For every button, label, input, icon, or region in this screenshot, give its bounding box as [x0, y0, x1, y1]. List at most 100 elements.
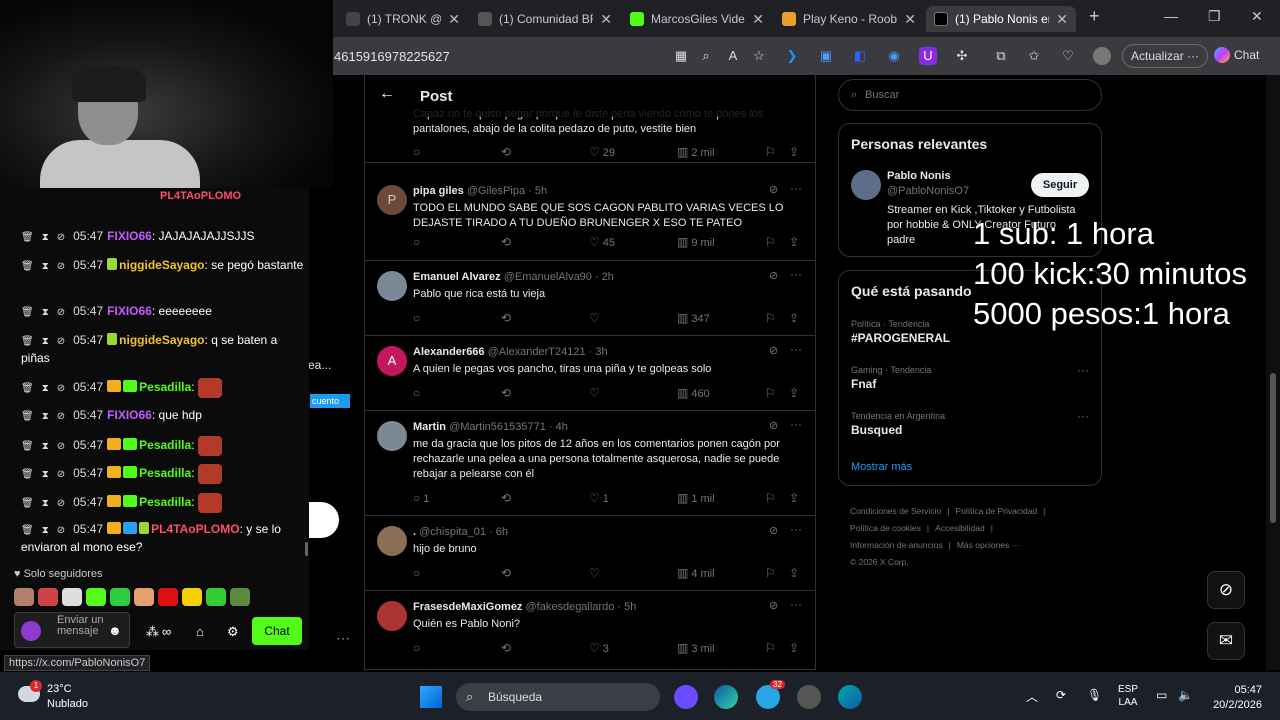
tab-pablo-nonis[interactable]: (1) Pablo Nonis en X✕ [926, 6, 1076, 32]
ban-icon[interactable]: ⊘ [57, 439, 65, 455]
trash-icon[interactable]: 🗑 [21, 230, 34, 246]
author-name[interactable]: pipa giles [413, 185, 464, 197]
extension-icon[interactable]: ◧ [851, 47, 869, 65]
favorite-star-icon[interactable]: ☆ [750, 47, 768, 65]
emote[interactable] [230, 588, 250, 606]
profile-name[interactable]: Pablo Nonis [887, 170, 951, 182]
author-name[interactable]: . [413, 526, 416, 538]
new-tab-button[interactable]: + [1089, 6, 1100, 27]
bookmark-icon[interactable]: ⚐ [765, 491, 779, 505]
weather-condition[interactable]: Nublado [47, 698, 88, 710]
language-indicator[interactable]: ESP LAA [1118, 683, 1138, 709]
profile-handle[interactable]: @PabloNonisO7 [887, 185, 969, 197]
avatar[interactable] [377, 271, 407, 301]
views-count[interactable]: ▥ 9 mil [677, 235, 715, 249]
taskbar-search[interactable]: ⌕ Búsqueda [456, 683, 660, 711]
show-more-link[interactable]: Mostrar más [851, 461, 912, 473]
emote[interactable] [14, 588, 34, 606]
browser-essentials-icon[interactable]: ♡ [1059, 47, 1077, 65]
like-button[interactable]: ♡ [589, 566, 603, 580]
temperature[interactable]: 23°C [47, 683, 72, 695]
views-count[interactable]: ▥ 2 mil [677, 145, 715, 159]
more-icon[interactable]: ⋯ [336, 630, 350, 647]
retweet-icon[interactable]: ⟲ [501, 145, 514, 159]
tab-comunidad[interactable]: (1) Comunidad BRG✕ [470, 6, 620, 32]
ublock-icon[interactable]: U [919, 47, 937, 65]
ban-icon[interactable]: ⊘ [57, 259, 65, 275]
read-aloud-icon[interactable]: A [724, 47, 742, 65]
avatar[interactable] [377, 421, 407, 451]
bookmark-icon[interactable]: ⚐ [765, 235, 779, 249]
minimize-button[interactable]: — [1164, 8, 1178, 24]
author-handle[interactable]: @AlexanderT24121 · 3h [488, 346, 608, 358]
ban-icon[interactable]: ⊘ [57, 496, 65, 512]
bookmark-icon[interactable]: ⚐ [765, 566, 779, 580]
author-handle[interactable]: @fakesdegallardo · 5h [526, 601, 637, 613]
retweet-icon[interactable]: ⟲ [501, 235, 514, 249]
reply-icon[interactable]: ○ [413, 566, 423, 580]
avatar[interactable]: P [377, 185, 407, 215]
timeout-icon[interactable]: ⧗ [42, 496, 49, 512]
close-icon[interactable]: ✕ [448, 11, 460, 28]
footer-link[interactable]: Accesibilidad [935, 523, 985, 533]
footer-link[interactable]: Política de Privacidad [955, 506, 1037, 516]
bookmark-icon[interactable]: ⚐ [765, 641, 779, 655]
timeout-icon[interactable]: ⧗ [42, 523, 49, 539]
reply-icon[interactable]: ○ [413, 641, 423, 655]
tweet[interactable]: . @chispita_01 · 6h ⊘ ··· hijo de bruno ○… [365, 516, 815, 591]
chat-username[interactable]: niggideSayago [119, 258, 204, 272]
screenshot-icon[interactable]: ▣ [817, 47, 835, 65]
timeout-icon[interactable]: ⧗ [42, 334, 49, 350]
timeout-icon[interactable]: ⧗ [42, 259, 49, 275]
close-window-button[interactable]: ✕ [1251, 8, 1263, 25]
copilot-button[interactable]: Chat [1214, 47, 1259, 63]
emote[interactable] [134, 588, 154, 606]
store-icon[interactable]: ⌂ [196, 624, 204, 639]
ban-icon[interactable]: ⊘ [57, 381, 65, 397]
share-icon[interactable]: ⇪ [789, 641, 802, 655]
bookmark-icon[interactable]: ⚐ [765, 311, 779, 325]
tweet[interactable]: P pipa giles @GilesPipa · 5h ⊘ ··· TODO E… [365, 175, 815, 261]
trend-item[interactable]: Gaming · Tendencia Fnaf [851, 365, 1091, 391]
footer-link[interactable]: Condiciones de Servicio [850, 506, 941, 516]
url-field[interactable]: 4615916978225627 [334, 49, 450, 64]
chat-username[interactable]: Pesadilla [139, 438, 191, 452]
reply-icon[interactable]: ○ [413, 235, 423, 249]
emote[interactable] [110, 588, 130, 606]
trend-item[interactable]: Tendencia en Argentina Busqued [851, 411, 1091, 437]
emote[interactable] [158, 588, 178, 606]
more-icon[interactable]: ··· [790, 342, 802, 356]
chat-input[interactable]: Enviar un mensaje ☻ [14, 612, 130, 648]
trash-icon[interactable]: 🗑 [21, 409, 34, 425]
ban-icon[interactable]: ⊘ [57, 409, 65, 425]
maximize-button[interactable]: ❐ [1208, 8, 1221, 25]
apps-icon[interactable]: ▦ [672, 47, 690, 65]
chat-username[interactable]: niggideSayago [119, 333, 204, 347]
timeout-icon[interactable]: ⧗ [42, 409, 49, 425]
share-icon[interactable]: ⇪ [789, 566, 802, 580]
people-icon[interactable]: ⁂ [146, 624, 159, 640]
bookmark-icon[interactable]: ⚐ [765, 145, 779, 159]
like-button[interactable]: ♡ 45 [589, 235, 615, 249]
avatar[interactable] [377, 526, 407, 556]
settings-icon[interactable]: ⚙ [227, 624, 239, 640]
chat-username[interactable]: PL4TAoPLOMO [151, 522, 239, 536]
ban-icon[interactable]: ⊘ [57, 334, 65, 350]
share-icon[interactable]: ⇪ [789, 145, 802, 159]
reply-button[interactable]: ○ 1 [413, 491, 429, 505]
volume-icon[interactable]: 🔈 [1178, 688, 1193, 702]
trash-icon[interactable]: 🗑 [21, 334, 34, 350]
close-icon[interactable]: ✕ [752, 11, 764, 28]
tweet[interactable]: A Alexander666 @AlexanderT24121 · 3h ⊘ ··… [365, 336, 815, 411]
views-count[interactable]: ▥ 1 mil [677, 491, 715, 505]
close-icon[interactable]: ✕ [1056, 11, 1068, 28]
ban-icon[interactable]: ⊘ [57, 305, 65, 321]
edge-icon[interactable] [714, 685, 738, 709]
close-icon[interactable]: ✕ [904, 11, 916, 28]
chat-username[interactable]: Pesadilla [139, 466, 191, 480]
emote[interactable] [62, 588, 82, 606]
grok-icon[interactable]: ⊘ [769, 524, 778, 537]
reply-icon[interactable]: ○ [413, 386, 423, 400]
views-count[interactable]: ▥ 3 mil [677, 641, 715, 655]
search-input[interactable]: ⌕ Buscar [838, 79, 1102, 111]
